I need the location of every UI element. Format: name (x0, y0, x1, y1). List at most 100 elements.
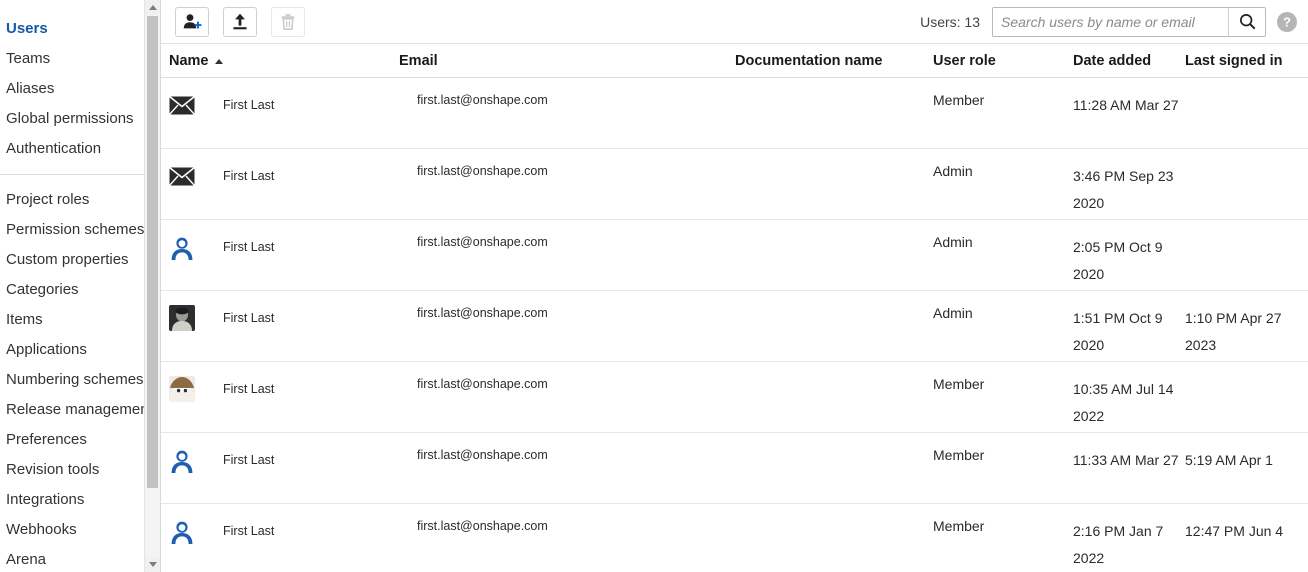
cell-documentation-name (735, 219, 933, 291)
cell-last-signed-in (1185, 219, 1308, 291)
sidebar-item-numbering-schemes[interactable]: Numbering schemes (0, 365, 160, 395)
users-table: Name Email Documentation name User role … (161, 44, 1308, 572)
user-identity: First Last (169, 447, 399, 473)
cell-last-signed-in (1185, 361, 1308, 433)
table-row[interactable]: First Last first.last@onshape.com Admin 1:5… (161, 290, 1308, 362)
search-box[interactable] (992, 6, 1266, 37)
avatar (169, 234, 195, 260)
sidebar-item-revision-tools[interactable]: Revision tools (0, 455, 160, 485)
column-header-email[interactable]: Email (399, 44, 735, 78)
table-row[interactable]: First Last first.last@onshape.com Member 10… (161, 361, 1308, 433)
sidebar-item-authentication[interactable]: Authentication (0, 134, 160, 164)
cell-user-role[interactable]: Admin (933, 290, 1073, 362)
user-date-added: 11:28 AM Mar 27 (1073, 97, 1179, 113)
sidebar-item-categories[interactable]: Categories (0, 275, 160, 305)
user-date-added: 11:33 AM Mar 27 (1073, 452, 1179, 468)
cell-date-added: 3:46 PM Sep 23 2020 (1073, 148, 1185, 220)
column-header-last-signed-in[interactable]: Last signed in (1185, 44, 1308, 78)
cell-documentation-name (735, 290, 933, 362)
photo-avatar-dark (169, 305, 195, 331)
table-row[interactable]: First Last first.last@onshape.com Member 11… (161, 432, 1308, 504)
delete-users-button[interactable] (271, 6, 305, 37)
avatar (169, 305, 195, 331)
cell-name[interactable]: First Last (161, 148, 399, 220)
user-name: First Last (223, 524, 275, 538)
cell-documentation-name (735, 77, 933, 149)
add-user-button[interactable] (175, 6, 209, 37)
column-header-user-role[interactable]: User role (933, 44, 1073, 78)
upload-users-button[interactable] (223, 6, 257, 37)
cell-email: first.last@onshape.com (399, 361, 735, 433)
svg-text:?: ? (1283, 14, 1291, 29)
sidebar-item-custom-properties[interactable]: Custom properties (0, 245, 160, 275)
user-last-signed-in (1185, 381, 1191, 397)
sidebar-item-project-roles[interactable]: Project roles (0, 185, 160, 215)
user-name: First Last (223, 453, 275, 467)
cell-date-added: 11:28 AM Mar 27 (1073, 77, 1185, 149)
cell-user-role[interactable]: Admin (933, 148, 1073, 220)
user-email: first.last@onshape.com (417, 306, 548, 320)
add-user-icon (183, 13, 202, 28)
sidebar-scrollbar[interactable] (144, 0, 160, 572)
user-email: first.last@onshape.com (417, 164, 548, 178)
column-header-role-label: User role (933, 53, 996, 69)
sidebar-item-integrations[interactable]: Integrations (0, 485, 160, 515)
cell-last-signed-in: 12:47 PM Jun 4 (1185, 503, 1308, 572)
scroll-up-button[interactable] (145, 0, 160, 15)
user-name: First Last (223, 98, 275, 112)
cell-user-role[interactable]: Member (933, 77, 1073, 149)
scrollbar-thumb[interactable] (147, 16, 158, 488)
users-toolbar: Users: 13 ? (161, 0, 1308, 44)
cell-last-signed-in: 1:10 PM Apr 27 2023 (1185, 290, 1308, 362)
sidebar-item-global-permissions[interactable]: Global permissions (0, 104, 160, 134)
sidebar-item-preferences[interactable]: Preferences (0, 425, 160, 455)
sidebar-item-items[interactable]: Items (0, 305, 160, 335)
avatar (169, 447, 195, 473)
table-row[interactable]: First Last first.last@onshape.com Admin 2:0… (161, 219, 1308, 291)
user-date-added: 2:16 PM Jan 7 2022 (1073, 523, 1164, 566)
users-table-body: First Last first.last@onshape.com Member 11… (161, 77, 1308, 572)
column-header-documentation-name[interactable]: Documentation name (735, 44, 933, 78)
cell-name[interactable]: First Last (161, 290, 399, 362)
envelope-icon (169, 95, 195, 115)
column-header-email-label: Email (399, 53, 438, 69)
cell-user-role[interactable]: Member (933, 503, 1073, 572)
caret-up-icon (148, 5, 157, 10)
cell-user-role[interactable]: Member (933, 432, 1073, 504)
sidebar-item-release-management[interactable]: Release management (0, 395, 160, 425)
sidebar-item-teams[interactable]: Teams (0, 44, 160, 74)
table-row[interactable]: First Last first.last@onshape.com Member 2:… (161, 503, 1308, 572)
cell-user-role[interactable]: Admin (933, 219, 1073, 291)
cell-date-added: 2:16 PM Jan 7 2022 (1073, 503, 1185, 572)
sidebar-item-permission-schemes[interactable]: Permission schemes (0, 215, 160, 245)
cell-name[interactable]: First Last (161, 432, 399, 504)
avatar (169, 163, 195, 189)
column-header-date-added[interactable]: Date added (1073, 44, 1185, 78)
sidebar-item-users[interactable]: Users (0, 14, 160, 44)
cell-last-signed-in (1185, 77, 1308, 149)
help-circle-icon[interactable]: ? (1276, 11, 1298, 33)
sidebar-item-arena[interactable]: Arena (0, 545, 160, 572)
column-header-name[interactable]: Name (161, 44, 399, 78)
sidebar-item-webhooks[interactable]: Webhooks (0, 515, 160, 545)
cell-email: first.last@onshape.com (399, 432, 735, 504)
sidebar-divider (0, 174, 154, 175)
search-button[interactable] (1228, 7, 1265, 36)
search-input[interactable] (993, 8, 1228, 35)
sidebar-group-company: Project roles Permission schemes Custom … (0, 185, 160, 572)
user-last-signed-in: 5:19 AM Apr 1 (1185, 452, 1273, 468)
sidebar-item-aliases[interactable]: Aliases (0, 74, 160, 104)
cell-user-role[interactable]: Member (933, 361, 1073, 433)
table-row[interactable]: First Last first.last@onshape.com Admin 3:4… (161, 148, 1308, 220)
user-last-signed-in: 1:10 PM Apr 27 2023 (1185, 310, 1282, 353)
cell-last-signed-in: 5:19 AM Apr 1 (1185, 432, 1308, 504)
user-role: Admin (933, 163, 973, 179)
cell-name[interactable]: First Last (161, 219, 399, 291)
scroll-down-button[interactable] (145, 557, 160, 572)
cell-name[interactable]: First Last (161, 77, 399, 149)
table-row[interactable]: First Last first.last@onshape.com Member 11… (161, 77, 1308, 149)
settings-sidebar: Users Teams Aliases Global permissions A… (0, 0, 161, 572)
cell-name[interactable]: First Last (161, 361, 399, 433)
sidebar-item-applications[interactable]: Applications (0, 335, 160, 365)
cell-name[interactable]: First Last (161, 503, 399, 572)
